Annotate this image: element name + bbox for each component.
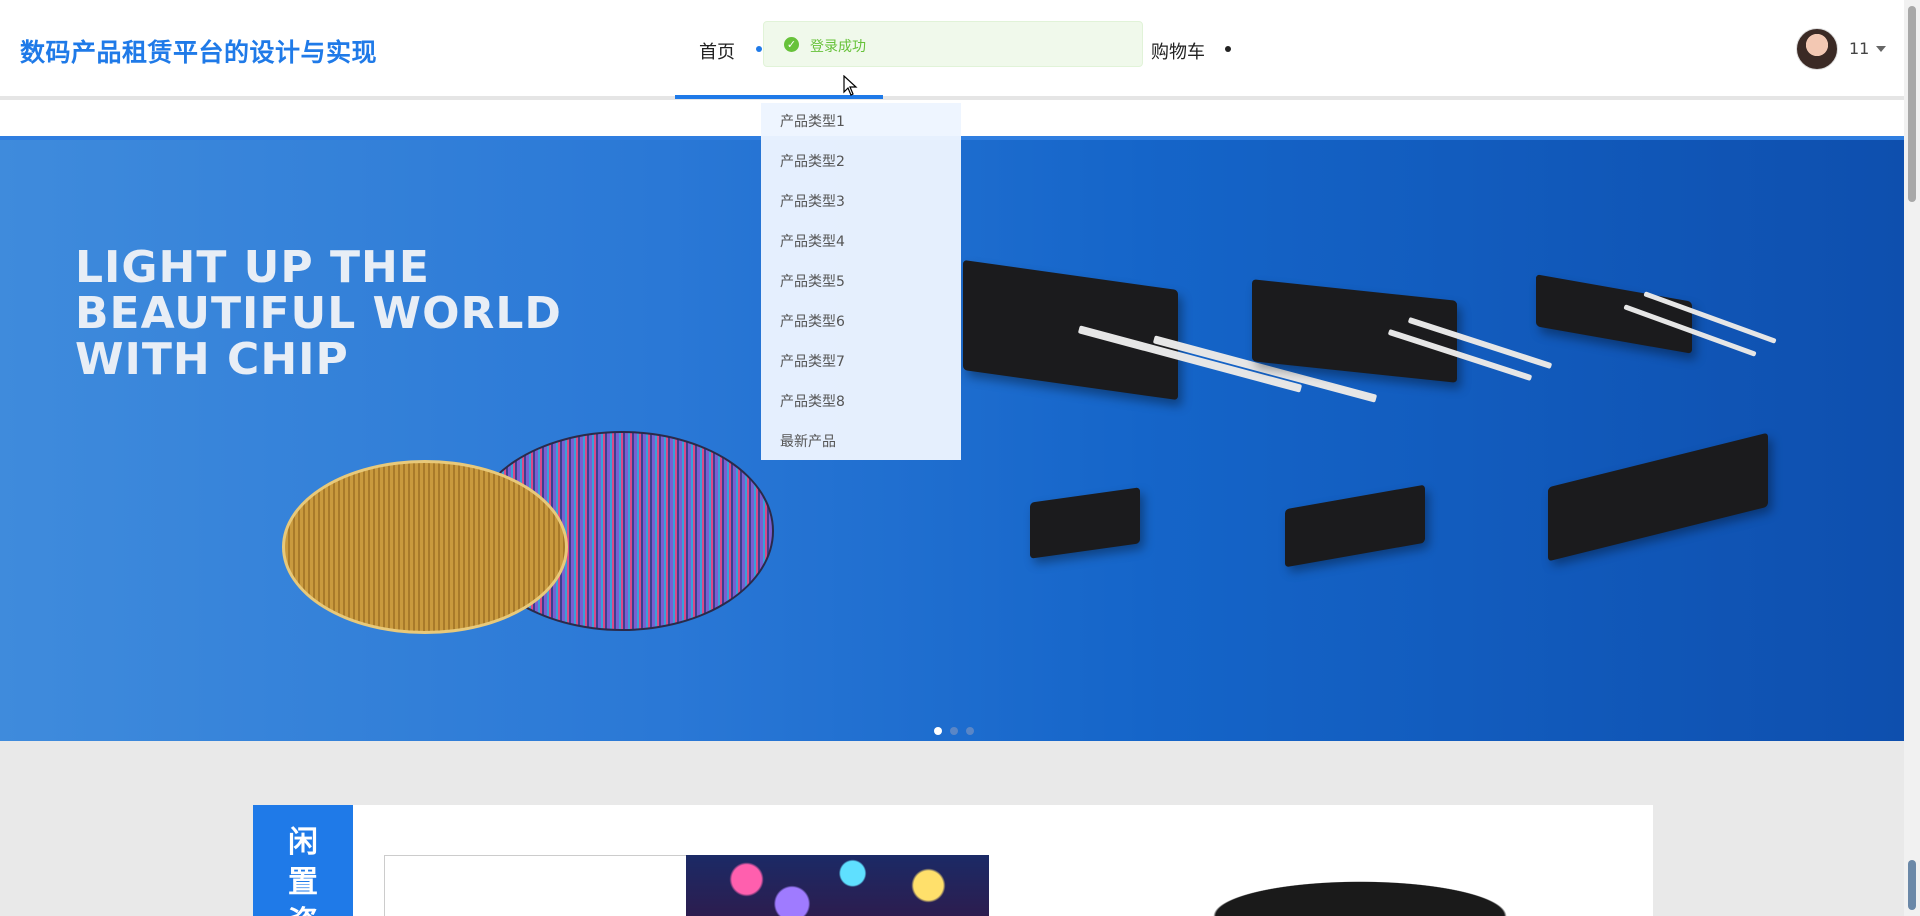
carousel-dot[interactable] [966, 727, 974, 735]
section-tab: 闲 置 资 [253, 805, 353, 916]
avatar[interactable] [1796, 28, 1838, 70]
chip-image [1285, 484, 1425, 568]
scrollbar-thumb[interactable] [1908, 6, 1916, 202]
nav-dot-home [756, 46, 762, 52]
dropdown-item-type-7[interactable]: 产品类型7 [780, 351, 845, 371]
chip-image [1536, 274, 1692, 354]
dropdown-item-type-5[interactable]: 产品类型5 [780, 271, 845, 291]
nav-home[interactable]: 首页 [699, 38, 735, 64]
product-image[interactable] [686, 855, 989, 916]
site-title[interactable]: 数码产品租赁平台的设计与实现 [20, 33, 377, 69]
product-type-dropdown: 产品类型1 产品类型2 产品类型3 产品类型4 产品类型5 产品类型6 产品类型… [761, 103, 961, 460]
dropdown-item-type-1[interactable]: 产品类型1 [780, 111, 845, 131]
chip-image [1030, 487, 1140, 559]
section-tab-char: 资 [253, 903, 353, 916]
chip-image [1548, 432, 1768, 562]
dropdown-item-type-2[interactable]: 产品类型2 [780, 151, 845, 171]
scrollbar[interactable] [1904, 0, 1920, 916]
toast-message: 登录成功 [810, 39, 866, 55]
banner-heading: LIGHT UP THE BEAUTIFUL WORLD WITH CHIP [75, 245, 562, 383]
check-circle-icon: ✓ [784, 37, 799, 52]
banner-heading-line: BEAUTIFUL WORLD [75, 288, 562, 339]
success-toast: ✓ 登录成功 [763, 21, 1143, 67]
carousel-dot[interactable] [934, 727, 942, 735]
caret-down-icon[interactable] [1876, 46, 1886, 52]
dropdown-item-type-4[interactable]: 产品类型4 [780, 231, 845, 251]
mouse-cursor-icon [843, 75, 858, 96]
chip-image [963, 259, 1178, 401]
chip-image [1252, 279, 1457, 383]
banner-heading-line: WITH CHIP [75, 334, 349, 385]
nav-dot-cart [1225, 46, 1231, 52]
product-image[interactable] [1190, 876, 1530, 916]
nav-cart[interactable]: 购物车 [1151, 38, 1205, 64]
carousel-dot[interactable] [950, 727, 958, 735]
section-tab-char: 闲 [288, 825, 318, 860]
dropdown-item-type-8[interactable]: 产品类型8 [780, 391, 845, 411]
dropdown-item-type-3[interactable]: 产品类型3 [780, 191, 845, 211]
section-tab-char: 置 [288, 865, 318, 900]
banner-heading-line: LIGHT UP THE [75, 242, 430, 293]
wafer-image-front [282, 460, 568, 634]
scrollbar-indicator[interactable] [1908, 860, 1916, 910]
dropdown-item-type-6[interactable]: 产品类型6 [780, 311, 845, 331]
dropdown-item-newest[interactable]: 最新产品 [780, 431, 836, 451]
user-name[interactable]: 11 [1849, 39, 1869, 58]
